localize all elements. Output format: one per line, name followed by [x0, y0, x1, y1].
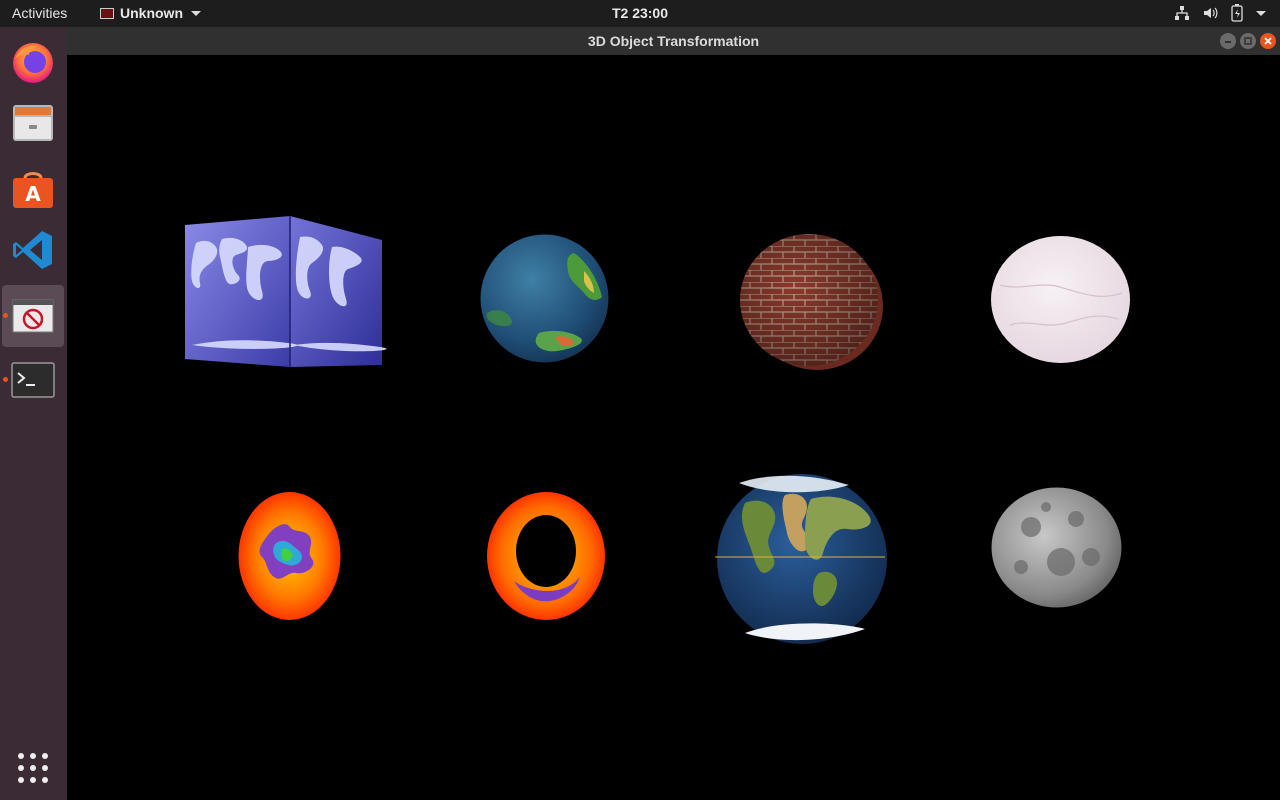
software-launcher[interactable]: A: [2, 157, 64, 219]
maximize-icon: [1244, 37, 1252, 45]
sphere-moon: [991, 487, 1122, 608]
system-tray[interactable]: [1174, 4, 1266, 22]
battery-icon: [1231, 4, 1243, 22]
close-button[interactable]: [1260, 33, 1276, 49]
application-window-icon: [12, 299, 54, 333]
firefox-launcher[interactable]: [2, 30, 64, 92]
running-indicator: [3, 313, 8, 318]
cube-world-map: [185, 216, 387, 367]
window-title: 3D Object Transformation: [587, 33, 760, 49]
opengl-app-launcher[interactable]: [2, 285, 64, 347]
chevron-down-icon: [191, 10, 201, 16]
volume-icon: [1204, 7, 1218, 19]
maximize-button[interactable]: [1240, 33, 1256, 49]
running-indicator: [3, 377, 8, 382]
terminal-icon: [11, 362, 55, 398]
torus-fractal: [487, 492, 605, 620]
close-icon: [1264, 37, 1272, 45]
opengl-canvas[interactable]: [67, 55, 1280, 800]
network-icon: [1175, 6, 1189, 20]
disc-fractal: [238, 492, 341, 620]
sphere-marble: [991, 236, 1130, 363]
firefox-icon: [13, 43, 53, 83]
terminal-launcher[interactable]: [2, 349, 64, 411]
vscode-launcher[interactable]: [2, 219, 64, 281]
dock: A: [0, 27, 67, 800]
software-store-icon: A: [13, 172, 53, 208]
sphere-earth-terrain: [480, 234, 609, 363]
app-icon: [100, 7, 114, 19]
show-applications-button[interactable]: [2, 737, 64, 799]
system-menu-chevron-icon: [1256, 10, 1266, 16]
clock[interactable]: T2 23:00: [612, 5, 668, 21]
vscode-icon: [13, 231, 52, 269]
minimize-button[interactable]: [1220, 33, 1236, 49]
svg-text:A: A: [25, 182, 41, 206]
files-launcher[interactable]: [2, 92, 64, 154]
app-menu-label: Unknown: [120, 5, 183, 21]
files-icon: [13, 105, 53, 141]
sphere-earth-satellite: [715, 474, 887, 644]
cylinder-brick: [740, 234, 883, 370]
top-bar: Activities Unknown T2 23:00: [0, 0, 1280, 27]
minimize-icon: [1225, 41, 1231, 43]
activities-button[interactable]: Activities: [12, 5, 67, 21]
app-menu[interactable]: Unknown: [100, 5, 201, 21]
app-grid-icon: [18, 753, 48, 783]
window-titlebar[interactable]: 3D Object Transformation: [67, 27, 1280, 55]
